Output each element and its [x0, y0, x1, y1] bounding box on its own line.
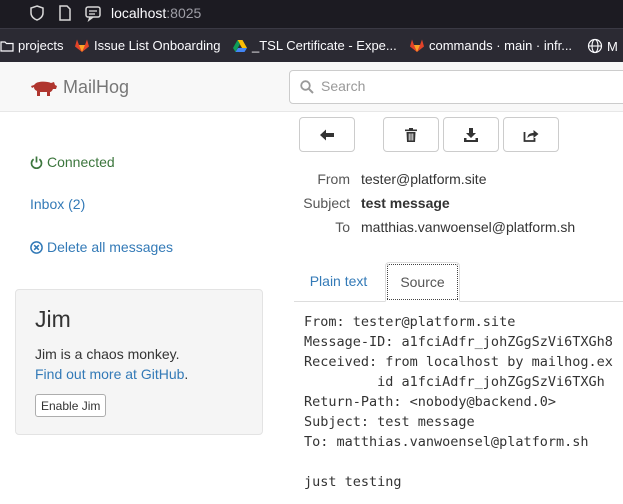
browser-url-bar: localhost:8025: [0, 0, 623, 28]
back-button[interactable]: [299, 117, 355, 152]
bookmarks-bar: projects Issue List Onboarding _TSL Cert…: [0, 28, 623, 62]
arrow-left-icon: [320, 129, 334, 140]
source-line: To: matthias.vanwoensel@platform.sh: [304, 434, 589, 450]
jim-title: Jim: [35, 306, 71, 332]
connected-label: Connected: [47, 154, 115, 170]
url-text[interactable]: localhost:8025: [111, 5, 201, 21]
source-line: Return-Path: <nobody@backend.0>: [304, 394, 556, 410]
bookmark-label: Issue List Onboarding: [94, 38, 221, 53]
jim-github-link[interactable]: Find out more at GitHub: [35, 366, 184, 382]
bookmark-tsl-certificate[interactable]: _TSL Certificate - Expe...: [232, 38, 397, 53]
inbox-label: Inbox (2): [30, 196, 86, 212]
bookmark-issue-list[interactable]: Issue List Onboarding: [74, 38, 220, 53]
jim-description: Jim is a chaos monkey.: [35, 346, 180, 362]
bookmark-label: _TSL Certificate - Expe...: [252, 38, 397, 53]
source-line: From: tester@platform.site: [304, 314, 516, 330]
remove-circle-icon: [30, 241, 43, 254]
gitlab-icon: [410, 39, 424, 52]
tab-source[interactable]: Source: [385, 262, 460, 302]
connection-status: Connected: [30, 154, 115, 170]
brand-link[interactable]: MailHog: [31, 77, 129, 98]
source-line: Subject: test message: [304, 414, 475, 430]
bookmark-label: M: [607, 39, 618, 54]
tab-plain-text[interactable]: Plain text: [300, 262, 377, 302]
source-line: Received: from localhost by mailhog.ex: [304, 354, 613, 370]
app-navbar: MailHog: [0, 62, 623, 112]
search-box[interactable]: [289, 70, 623, 104]
source-line: just testing: [304, 474, 402, 490]
brand-name: MailHog: [63, 77, 130, 97]
search-icon: [300, 80, 314, 94]
to-label: To: [335, 219, 350, 235]
url-host: localhost: [111, 5, 167, 21]
to-value: matthias.vanwoensel@platform.sh: [361, 219, 576, 235]
pig-logo-icon: [31, 81, 57, 96]
share-icon: [523, 129, 539, 142]
power-icon: [30, 156, 43, 170]
jim-panel: Jim Jim is a chaos monkey. Find out more…: [15, 289, 263, 435]
bookmark-label: projects: [18, 38, 64, 53]
trash-icon: [405, 127, 417, 142]
enable-jim-button[interactable]: Enable Jim: [35, 394, 107, 417]
delete-all-label: Delete all messages: [47, 239, 174, 255]
bookmark-m[interactable]: M: [587, 38, 618, 54]
permissions-icon[interactable]: [84, 4, 102, 23]
jim-link-suffix: .: [184, 366, 189, 382]
shield-icon[interactable]: [28, 4, 46, 22]
from-value: tester@platform.site: [361, 171, 487, 187]
google-drive-icon: [233, 40, 247, 52]
globe-icon: [587, 38, 603, 54]
source-line: id a1fciAdfr_johZGgSzVi6TXGh: [304, 374, 605, 390]
page-icon: [56, 4, 74, 22]
release-button[interactable]: [503, 117, 559, 152]
gitlab-icon: [75, 39, 89, 52]
download-button[interactable]: [443, 117, 499, 152]
search-input[interactable]: [319, 77, 623, 95]
delete-message-button[interactable]: [383, 117, 439, 152]
subject-label: Subject: [303, 195, 350, 211]
subject-value: test message: [361, 195, 450, 211]
from-label: From: [317, 171, 350, 187]
inbox-link[interactable]: Inbox (2): [30, 196, 85, 212]
message-source: From: tester@platform.site Message-ID: a…: [304, 312, 623, 492]
bookmark-label: commands · main · infr...: [429, 38, 573, 53]
jim-more-info: Find out more at GitHub.: [35, 366, 188, 382]
download-icon: [464, 127, 478, 142]
url-port: :8025: [166, 5, 202, 21]
bookmark-projects[interactable]: projects: [0, 38, 64, 53]
source-line: Message-ID: a1fciAdfr_johZGgSzVi6TXGh8: [304, 334, 613, 350]
folder-icon: [0, 41, 14, 52]
bookmark-commands[interactable]: commands · main · infr...: [409, 38, 572, 53]
delete-all-messages-link[interactable]: Delete all messages: [30, 239, 173, 255]
